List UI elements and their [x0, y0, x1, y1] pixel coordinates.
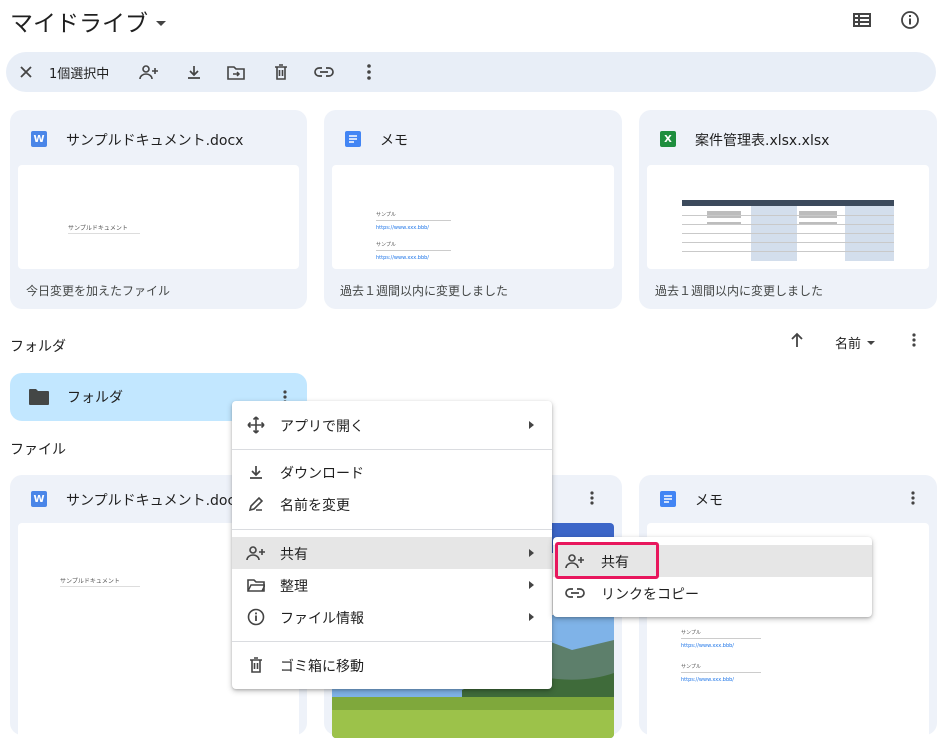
- suggested-card[interactable]: X 案件管理表.xlsx.xlsx 過去１週間以内に変更しました: [639, 110, 937, 309]
- context-menu: アプリで開く ダウンロード 名前を変更 共有 整理 ファイル情報 ゴミ箱に移動: [232, 401, 552, 689]
- word-file-icon: W: [31, 491, 47, 507]
- download-icon: [246, 462, 266, 482]
- spreadsheet-thumbnail: [647, 165, 929, 269]
- file-name: サンプルドキュメント.docx: [66, 493, 244, 509]
- more-vert-icon[interactable]: [357, 52, 381, 92]
- menu-label: アプリで開く: [280, 419, 364, 435]
- move-icon[interactable]: [224, 52, 248, 92]
- submenu-item-copy-link[interactable]: リンクをコピー: [553, 577, 872, 609]
- file-subtitle: 過去１週間以内に変更しました: [655, 284, 824, 298]
- sort-label: 名前: [835, 337, 862, 352]
- folders-section-label: フォルダ: [10, 339, 66, 355]
- selection-count: 1個選択中: [49, 66, 110, 82]
- preview-line: https://www.xxx.bbb/: [376, 255, 429, 261]
- share-icon[interactable]: [137, 52, 161, 92]
- info-icon[interactable]: [898, 8, 922, 32]
- folder-icon: [28, 388, 50, 406]
- highlight-box: [555, 542, 659, 579]
- list-view-icon[interactable]: [850, 8, 874, 32]
- menu-item-rename[interactable]: 名前を変更: [232, 488, 552, 520]
- chevron-right-icon: [529, 613, 534, 621]
- chevron-right-icon: [529, 581, 534, 589]
- preview-line: サンプル: [681, 630, 701, 636]
- menu-label: 整理: [280, 579, 308, 595]
- menu-item-organize[interactable]: 整理: [232, 569, 552, 601]
- download-icon[interactable]: [182, 52, 206, 92]
- preview-text: サンプルドキュメント: [60, 578, 120, 585]
- menu-label: 共有: [280, 547, 308, 563]
- menu-divider: [232, 449, 552, 450]
- more-vert-icon[interactable]: [912, 333, 916, 347]
- docs-file-icon: [345, 131, 361, 147]
- file-name: メモ: [695, 493, 723, 509]
- folder-open-icon: [246, 575, 266, 595]
- menu-item-download[interactable]: ダウンロード: [232, 456, 552, 488]
- preview-line: https://www.xxx.bbb/: [681, 643, 734, 649]
- open-with-icon: [246, 415, 266, 435]
- file-thumbnail: サンプル https://www.xxx.bbb/ サンプル https://w…: [332, 165, 614, 269]
- menu-divider: [232, 641, 552, 642]
- chevron-right-icon: [529, 421, 534, 429]
- edit-icon: [246, 494, 266, 514]
- folder-name: フォルダ: [67, 390, 123, 406]
- file-name: 案件管理表.xlsx.xlsx: [695, 133, 830, 149]
- page-title: マイドライブ: [10, 11, 148, 37]
- word-file-icon: W: [31, 131, 47, 147]
- excel-file-icon: X: [660, 131, 676, 147]
- menu-label: リンクをコピー: [601, 587, 699, 603]
- more-vert-icon[interactable]: [590, 491, 594, 505]
- menu-item-file-info[interactable]: ファイル情報: [232, 601, 552, 633]
- file-name: メモ: [380, 133, 408, 149]
- share-icon: [246, 543, 266, 563]
- selection-toolbar: 1個選択中: [6, 52, 936, 92]
- file-name: サンプルドキュメント.docx: [66, 133, 244, 149]
- preview-line: サンプル: [376, 242, 396, 248]
- preview-line: サンプル: [681, 664, 701, 670]
- chevron-right-icon: [529, 549, 534, 557]
- file-subtitle: 過去１週間以内に変更しました: [340, 284, 509, 298]
- suggested-card[interactable]: W サンプルドキュメント.docx サンプルドキュメント 今日変更を加えたファイ…: [10, 110, 307, 309]
- sort-direction-icon[interactable]: [790, 332, 808, 350]
- preview-line: https://www.xxx.bbb/: [376, 225, 429, 231]
- drive-title-dropdown[interactable]: マイドライブ: [10, 4, 166, 38]
- menu-item-share[interactable]: 共有: [232, 537, 552, 569]
- file-subtitle: 今日変更を加えたファイル: [26, 284, 171, 298]
- preview-text: サンプルドキュメント: [68, 225, 128, 232]
- docs-file-icon: [660, 491, 676, 507]
- menu-divider: [232, 529, 552, 530]
- menu-label: ファイル情報: [280, 611, 364, 627]
- menu-label: 名前を変更: [280, 498, 350, 514]
- menu-label: ダウンロード: [280, 466, 364, 482]
- menu-item-trash[interactable]: ゴミ箱に移動: [232, 649, 552, 681]
- trash-icon: [246, 655, 266, 675]
- suggested-card[interactable]: メモ サンプル https://www.xxx.bbb/ サンプル https:…: [324, 110, 622, 309]
- caret-down-icon: [867, 340, 876, 345]
- close-icon[interactable]: [14, 52, 38, 92]
- menu-item-open-with[interactable]: アプリで開く: [232, 409, 552, 441]
- trash-icon[interactable]: [269, 52, 293, 92]
- sort-name-dropdown[interactable]: 名前: [835, 333, 876, 352]
- share-submenu: 共有 リンクをコピー: [553, 537, 872, 617]
- file-thumbnail: サンプルドキュメント: [18, 165, 299, 269]
- menu-label: ゴミ箱に移動: [280, 659, 364, 675]
- link-icon[interactable]: [312, 52, 336, 92]
- files-section-label: ファイル: [10, 442, 66, 458]
- preview-line: https://www.xxx.bbb/: [681, 677, 734, 683]
- link-icon: [565, 583, 585, 603]
- more-vert-icon[interactable]: [911, 491, 915, 505]
- caret-down-icon: [156, 20, 166, 26]
- info-icon: [246, 607, 266, 627]
- preview-line: サンプル: [376, 212, 396, 218]
